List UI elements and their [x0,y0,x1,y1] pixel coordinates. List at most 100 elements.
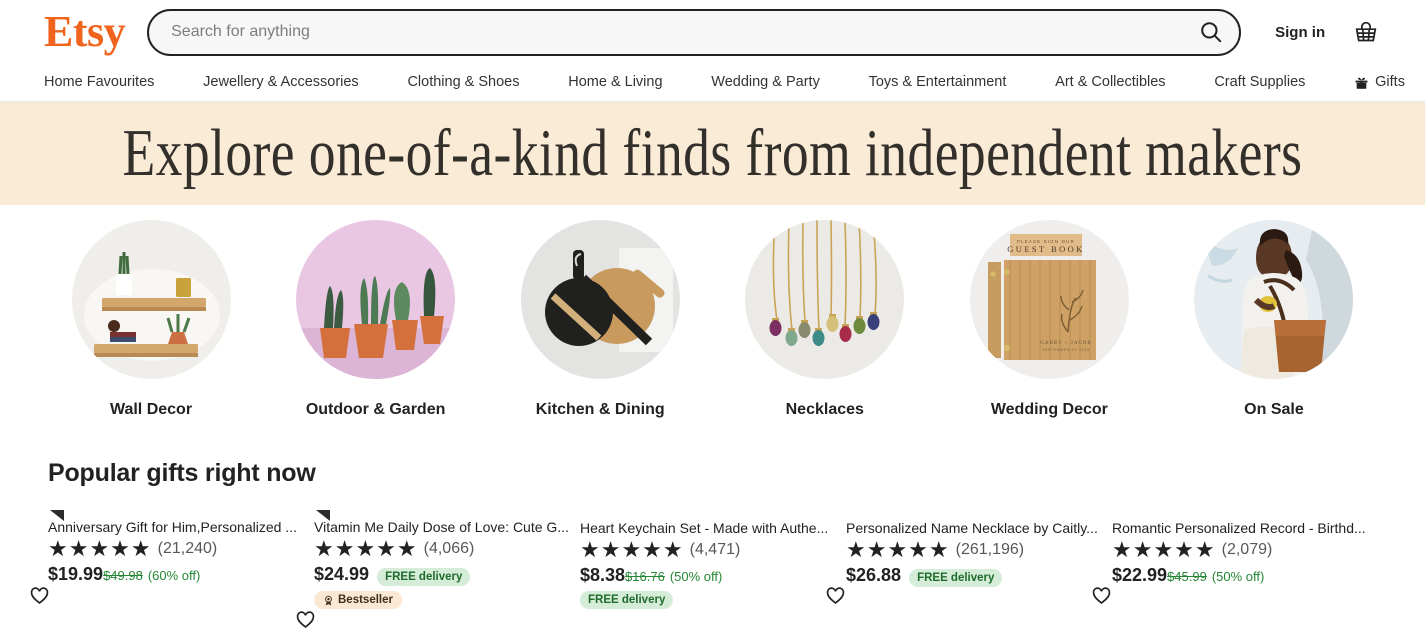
search-button[interactable] [1191,12,1231,52]
category-label-wall-decor: Wall Decor [109,401,193,418]
heart-icon [296,611,315,628]
product-title: Personalized Name Necklace by Caitly... [846,520,1098,536]
nav-item-gifts[interactable]: Gifts [1354,75,1405,90]
shopping-basket-icon [1355,21,1377,42]
nav-item-clothing-shoes[interactable]: Clothing & Shoes [407,75,519,90]
heart-icon [826,587,845,604]
product-title: Vitamin Me Daily Dose of Love: Cute G... [314,519,569,535]
category-nav: Home Favourites Jewellery & Accessories … [0,64,1425,102]
product-rating: ★★★★★ (21,240) [48,538,293,560]
wedding-decor-image: PLEASE SIGN OUR GUEST BOOK GABBY + JACOB… [969,220,1129,379]
etsy-logo[interactable]: Etsy [44,10,126,54]
product-rating: ★★★★★ (4,066) [314,538,559,560]
category-tile-kitchen-dining[interactable]: Kitchen & Dining [497,220,703,419]
category-label-outdoor-garden: Outdoor & Garden [305,401,446,418]
nav-item-wedding-party[interactable]: Wedding & Party [711,75,820,90]
product-price-row: $26.88 FREE delivery [846,565,1091,588]
bestseller-label: Bestseller [338,594,393,607]
category-label-kitchen-dining: Kitchen & Dining [535,401,665,418]
category-circles-row: Wall Decor Outdoor & Garden Kitchen & Di… [0,205,1425,419]
popular-gifts-grid: Anniversary Gift for Him,Personalized ..… [0,510,1425,628]
cart-button[interactable] [1349,15,1383,49]
product-title: Romantic Personalized Record - Birthd... [1112,520,1366,536]
product-rating: ★★★★★ (2,079) [1112,539,1357,561]
nav-item-craft-supplies[interactable]: Craft Supplies [1214,75,1305,90]
potted-plants-illustration [296,220,456,379]
product-discount: (50% off) [1211,569,1265,585]
nav-item-jewellery-accessories[interactable]: Jewellery & Accessories [203,75,359,90]
heart-icon [1092,587,1111,604]
review-count: (4,471) [689,541,741,559]
category-tile-wedding-decor[interactable]: PLEASE SIGN OUR GUEST BOOK GABBY + JACOB… [946,220,1152,419]
gift-box-icon [1355,77,1368,89]
cutting-boards-illustration [520,220,680,379]
favorite-button[interactable] [1091,585,1112,611]
star-rating-icon: ★★★★★ [1112,537,1216,563]
category-label-on-sale: On Sale [1244,401,1304,418]
product-price: $8.38 [580,565,626,586]
product-original-price: $45.99 [1167,569,1207,585]
product-card[interactable]: Personalized Name Necklace by Caitly... … [846,510,1111,611]
svg-text:GABBY + JACOB: GABBY + JACOB [1040,341,1091,346]
leather-tote-bag-model-illustration [1194,220,1354,379]
promo-banner-text: Explore one-of-a-kind finds from indepen… [122,116,1303,190]
guest-book-illustration: PLEASE SIGN OUR GUEST BOOK GABBY + JACOB… [969,220,1129,379]
free-delivery-badge: FREE delivery [909,569,1003,588]
product-price-row: $8.38 $16.76 (50% off) [580,565,825,586]
sign-in-button[interactable]: Sign in [1275,24,1325,41]
product-price: $19.99 [48,564,104,585]
star-rating-icon: ★★★★★ [314,536,418,562]
free-delivery-badge: FREE delivery [377,568,471,587]
nav-item-art-collectibles[interactable]: Art & Collectibles [1055,75,1165,90]
necklaces-image [745,220,905,379]
category-tile-necklaces[interactable]: Necklaces [722,220,928,419]
wall-decor-image [71,220,231,379]
svg-text:SEPTEMBER 21 2023: SEPTEMBER 21 2023 [1042,348,1090,352]
promo-banner: Explore one-of-a-kind finds from indepen… [0,102,1425,205]
product-price-row: $24.99 FREE delivery [314,564,559,587]
product-card[interactable]: Heart Keychain Set - Made with Authe... … [580,510,845,611]
review-count: (2,079) [1221,541,1273,559]
favorite-button[interactable] [825,585,846,611]
floating-shelves-illustration [71,220,231,379]
site-header: Etsy Sign in [0,0,1425,64]
product-card[interactable]: Romantic Personalized Record - Birthd...… [1112,510,1366,611]
popular-gifts-title: Popular gifts right now [48,459,316,487]
star-rating-icon: ★★★★★ [580,537,684,563]
category-tile-on-sale[interactable]: On Sale [1171,220,1377,419]
search-input[interactable] [147,8,1242,56]
heart-icon [30,587,49,604]
product-title: Anniversary Gift for Him,Personalized ..… [48,519,297,535]
review-count: (21,240) [157,540,218,558]
nav-item-home-favourites[interactable]: Home Favourites [44,75,154,90]
product-discount: (50% off) [669,569,723,585]
bestseller-badge: Bestseller [314,591,402,610]
product-original-price: $49.98 [103,568,143,584]
product-discount: (60% off) [147,568,201,584]
free-delivery-badge: FREE delivery [580,591,674,610]
product-rating: ★★★★★ (261,196) [846,539,1091,561]
product-price: $24.99 [314,564,370,585]
star-rating-icon: ★★★★★ [846,537,950,563]
gemstone-necklaces-illustration [745,220,905,379]
award-rosette-icon [325,595,332,605]
favorite-button[interactable] [29,585,50,611]
product-card[interactable]: Vitamin Me Daily Dose of Love: Cute G...… [296,510,569,628]
kitchen-dining-image [520,220,680,379]
on-sale-image [1194,220,1354,379]
product-title: Heart Keychain Set - Made with Authe... [580,520,829,536]
product-price: $22.99 [1112,565,1168,586]
product-card[interactable]: Anniversary Gift for Him,Personalized ..… [30,510,297,611]
product-rating: ★★★★★ (4,471) [580,539,825,561]
category-label-wedding-decor: Wedding Decor [990,401,1108,418]
category-tile-wall-decor[interactable]: Wall Decor [48,220,254,419]
review-count: (4,066) [423,540,475,558]
category-tile-outdoor-garden[interactable]: Outdoor & Garden [273,220,479,419]
svg-text:GUEST BOOK: GUEST BOOK [1007,244,1084,254]
favorite-button[interactable] [295,609,316,635]
product-price-row: $22.99 $45.99 (50% off) [1112,565,1357,586]
review-count: (261,196) [955,541,1025,559]
nav-item-toys-entertainment[interactable]: Toys & Entertainment [869,75,1007,90]
nav-item-home-living[interactable]: Home & Living [568,75,662,90]
star-rating-icon: ★★★★★ [48,536,152,562]
